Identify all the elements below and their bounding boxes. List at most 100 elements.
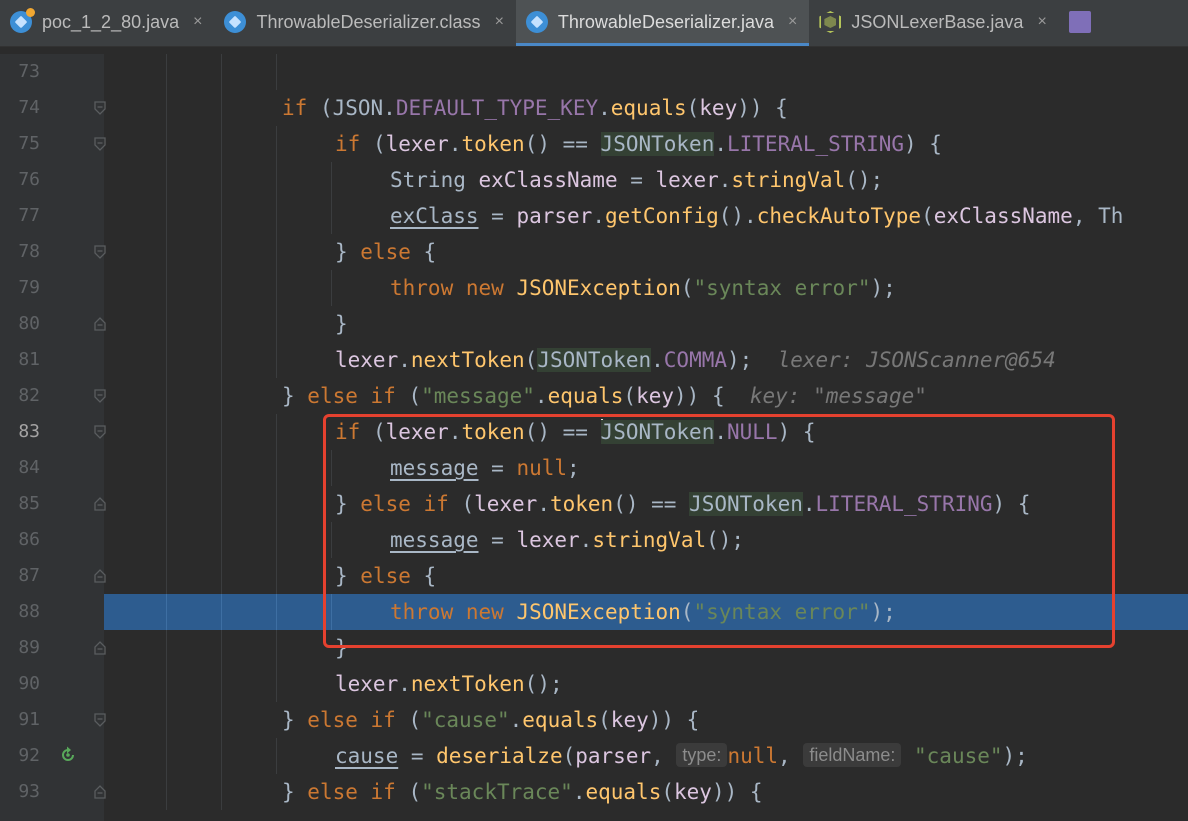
tab-throwabledeserializer-class[interactable]: ThrowableDeserializer.class × (214, 0, 515, 44)
indent-guide (221, 522, 222, 558)
close-icon[interactable]: × (1037, 13, 1046, 31)
code-text: } else { (335, 240, 437, 264)
code-text: } else if ("cause".equals(key)) { (282, 708, 700, 732)
indent-guide (221, 234, 222, 270)
indent-guide (221, 630, 222, 666)
code-text: if (JSON.DEFAULT_TYPE_KEY.equals(key)) { (282, 96, 788, 120)
line-number: 89 (18, 637, 40, 658)
indent-guide (221, 54, 222, 90)
fold-close-icon[interactable] (93, 497, 107, 511)
indent-guide (166, 306, 167, 342)
execution-point-line[interactable]: 88 throw new JSONException("syntax error… (0, 594, 1188, 630)
indent-guide (166, 666, 167, 702)
indent-guide (166, 270, 167, 306)
indent-guide (221, 342, 222, 378)
code-line[interactable]: 76 String exClassName = lexer.stringVal(… (0, 162, 1188, 198)
code-line[interactable]: 87 } else { (0, 558, 1188, 594)
indent-guide (166, 90, 167, 126)
code-line[interactable]: 89 } (0, 630, 1188, 666)
code-text: } else if (lexer.token() == JSONToken.LI… (335, 492, 1031, 516)
code-line[interactable]: 81 lexer.nextToken(JSONToken.COMMA); lex… (0, 342, 1188, 378)
indent-guide (221, 666, 222, 702)
indent-guide (331, 450, 332, 486)
indent-guide (221, 90, 222, 126)
line-number: 91 (18, 709, 40, 730)
line-number: 73 (18, 61, 40, 82)
code-editor[interactable]: 73 74 if (JSON.DEFAULT_TYPE_KEY.equals(k… (0, 54, 1188, 821)
class-icon (819, 11, 842, 33)
code-text: message = null; (390, 456, 580, 480)
binary-file-icon (1068, 11, 1091, 33)
code-line[interactable]: 74 if (JSON.DEFAULT_TYPE_KEY.equals(key)… (0, 90, 1188, 126)
code-text: message = lexer.stringVal(); (390, 528, 745, 552)
indent-guide (221, 594, 222, 630)
tab-throwabledeserializer-java[interactable]: ThrowableDeserializer.java × (515, 0, 810, 46)
indent-guide (166, 54, 167, 90)
code-line[interactable]: 80 } (0, 306, 1188, 342)
line-number: 78 (18, 241, 40, 262)
code-line[interactable]: 73 (0, 54, 1188, 90)
indent-guide (166, 378, 167, 414)
fold-open-icon[interactable] (93, 713, 107, 727)
code-line[interactable]: 85 } else if (lexer.token() == JSONToken… (0, 486, 1188, 522)
line-number: 74 (18, 97, 40, 118)
indent-guide (221, 450, 222, 486)
line-number: 93 (18, 781, 40, 802)
close-icon[interactable]: × (495, 13, 504, 31)
fold-close-icon[interactable] (93, 641, 107, 655)
fold-open-icon[interactable] (93, 101, 107, 115)
tab-jsonlexerbase-java[interactable]: JSONLexerBase.java × (809, 0, 1058, 44)
code-line[interactable]: 83 if (lexer.token() == JSONToken.NULL) … (0, 414, 1188, 450)
line-number: 85 (18, 493, 40, 514)
indent-guide (166, 630, 167, 666)
fold-open-icon[interactable] (93, 389, 107, 403)
class-icon (224, 11, 247, 33)
code-line[interactable]: 92 cause = deserialze(parser, type: null,… (0, 738, 1188, 774)
code-line[interactable]: 91 } else if ("cause".equals(key)) { (0, 702, 1188, 738)
line-number: 86 (18, 529, 40, 550)
code-line[interactable]: 86 message = lexer.stringVal(); (0, 522, 1188, 558)
recursive-call-icon (58, 745, 78, 765)
code-text: throw new JSONException("syntax error"); (390, 600, 896, 624)
indent-guide (276, 450, 277, 486)
indent-guide (331, 270, 332, 306)
indent-guide (221, 702, 222, 738)
indent-guide (221, 378, 222, 414)
inline-debug-value: key: "message" (749, 384, 927, 408)
code-line[interactable]: 93 } else if ("stackTrace".equals(key)) … (0, 774, 1188, 810)
line-number: 75 (18, 133, 40, 154)
code-line[interactable]: 78 } else { (0, 234, 1188, 270)
close-icon[interactable]: × (193, 13, 202, 31)
indent-guide (276, 234, 277, 270)
code-text: } (335, 312, 348, 336)
indent-guide (276, 342, 277, 378)
line-number: 87 (18, 565, 40, 586)
tab-poc-1-2-80[interactable]: poc_1_2_80.java × (0, 0, 214, 44)
java-icon (10, 8, 35, 33)
editor-tab-bar: poc_1_2_80.java × ThrowableDeserializer.… (0, 0, 1188, 47)
indent-guide (166, 774, 167, 810)
indent-guide (166, 486, 167, 522)
fold-open-icon[interactable] (93, 425, 107, 439)
indent-guide (331, 594, 332, 630)
tab-binary-file[interactable] (1059, 0, 1113, 44)
tab-label: ThrowableDeserializer.class (256, 11, 481, 32)
fold-open-icon[interactable] (93, 245, 107, 259)
line-number: 79 (18, 277, 40, 298)
fold-close-icon[interactable] (93, 569, 107, 583)
code-line[interactable]: 75 if (lexer.token() == JSONToken.LITERA… (0, 126, 1188, 162)
indent-guide (276, 162, 277, 198)
fold-open-icon[interactable] (93, 137, 107, 151)
code-line[interactable]: 79 throw new JSONException("syntax error… (0, 270, 1188, 306)
close-icon[interactable]: × (788, 13, 797, 31)
code-line[interactable]: 82 } else if ("message".equals(key)) { k… (0, 378, 1188, 414)
indent-guide (331, 198, 332, 234)
line-number: 76 (18, 169, 40, 190)
fold-close-icon[interactable] (93, 317, 107, 331)
code-line[interactable]: 77 exClass = parser.getConfig().checkAut… (0, 198, 1188, 234)
fold-close-icon[interactable] (93, 785, 107, 799)
indent-guide (276, 558, 277, 594)
indent-guide (276, 414, 277, 450)
code-line[interactable]: 84 message = null; (0, 450, 1188, 486)
code-line[interactable]: 90 lexer.nextToken(); (0, 666, 1188, 702)
